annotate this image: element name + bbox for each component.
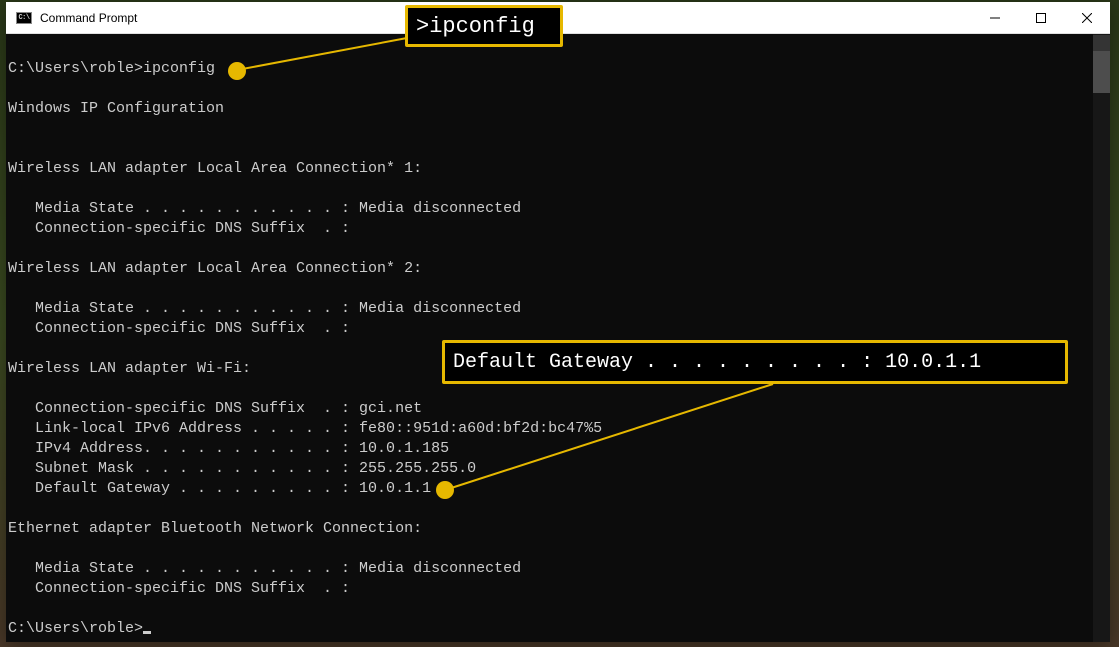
- command-prompt-window: C:\ Command Prompt C:\Users\roble>ipconf…: [6, 2, 1110, 642]
- callout-ipconfig-text: >ipconfig: [416, 14, 535, 39]
- maximize-button[interactable]: [1018, 2, 1064, 33]
- terminal-area[interactable]: C:\Users\roble>ipconfig Windows IP Confi…: [6, 34, 1110, 642]
- callout-gateway: Default Gateway . . . . . . . . . : 10.0…: [442, 340, 1068, 384]
- minimize-button[interactable]: [972, 2, 1018, 33]
- close-button[interactable]: [1064, 2, 1110, 33]
- terminal-cursor: [143, 631, 151, 634]
- scrollbar-thumb[interactable]: [1093, 51, 1110, 93]
- minimize-icon: [990, 13, 1000, 23]
- annotation-dot-command: [228, 62, 246, 80]
- maximize-icon: [1036, 13, 1046, 23]
- callout-ipconfig: >ipconfig: [405, 5, 563, 47]
- annotation-dot-gateway: [436, 481, 454, 499]
- cmd-icon: C:\: [16, 12, 32, 24]
- scrollbar[interactable]: [1093, 34, 1110, 642]
- close-icon: [1082, 13, 1092, 23]
- callout-gateway-text: Default Gateway . . . . . . . . . : 10.0…: [453, 351, 981, 374]
- terminal-output[interactable]: C:\Users\roble>ipconfig Windows IP Confi…: [6, 34, 1093, 642]
